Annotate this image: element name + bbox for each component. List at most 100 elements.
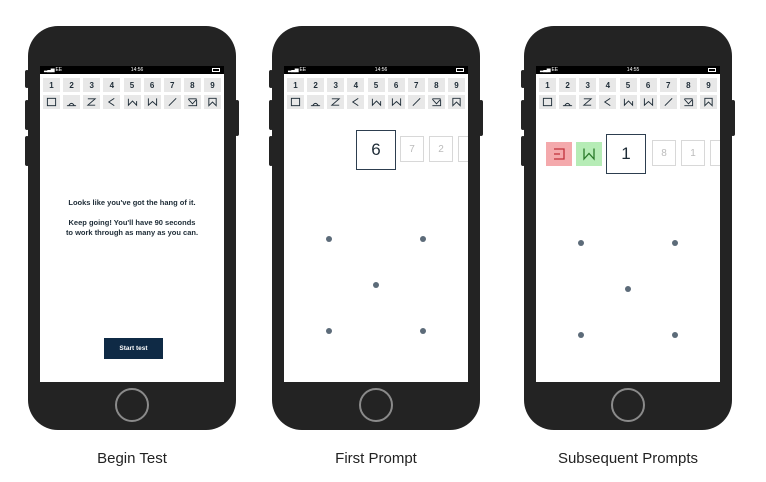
upcoming-prompt-tile: 7 xyxy=(400,136,424,162)
symbol-key-corner-arrow[interactable] xyxy=(427,95,445,109)
carrier-label: EE xyxy=(551,67,559,73)
symbol-key-square[interactable] xyxy=(539,95,556,109)
phone-mute-switch xyxy=(269,70,273,88)
gesture-dot[interactable] xyxy=(578,240,584,246)
digit-key-9[interactable]: 9 xyxy=(448,78,465,92)
upcoming-prompt-tile: 2 xyxy=(429,136,453,162)
gesture-dot[interactable] xyxy=(672,240,678,246)
symbol-key-square[interactable] xyxy=(43,95,60,109)
digit-key-3[interactable]: 3 xyxy=(327,78,345,92)
z-icon xyxy=(330,97,341,107)
symbol-key-slash[interactable] xyxy=(163,95,181,109)
symbol-key-z[interactable] xyxy=(327,95,345,109)
phone-power-button xyxy=(235,100,239,136)
signal-icon: ▂▃▅ xyxy=(288,67,299,73)
symbol-key-w[interactable] xyxy=(639,95,657,109)
symbol-key-broken-w[interactable] xyxy=(367,95,385,109)
gesture-dot[interactable] xyxy=(625,286,631,292)
z-icon xyxy=(86,97,97,107)
symbol-key-triangle-arc[interactable] xyxy=(63,95,81,109)
upcoming-prompt-tile xyxy=(710,140,720,166)
digit-key-6[interactable]: 6 xyxy=(143,78,161,92)
symbol-key-broken-w[interactable] xyxy=(123,95,141,109)
home-button[interactable] xyxy=(115,388,149,422)
home-button[interactable] xyxy=(359,388,393,422)
incorrect-answer-tile xyxy=(546,142,572,166)
broken-w-icon xyxy=(127,97,138,107)
digit-key-2[interactable]: 2 xyxy=(559,78,577,92)
start-test-button[interactable]: Start test xyxy=(104,338,163,359)
symbol-key-bookmark[interactable] xyxy=(204,95,221,109)
gesture-dot[interactable] xyxy=(326,328,332,334)
phone-power-button xyxy=(479,100,483,136)
clock-label: 14:56 xyxy=(374,67,388,73)
digit-key-4[interactable]: 4 xyxy=(599,78,617,92)
home-button[interactable] xyxy=(611,388,645,422)
digit-key-5[interactable]: 5 xyxy=(367,78,385,92)
symbol-key-w[interactable] xyxy=(387,95,405,109)
symbol-key-w[interactable] xyxy=(143,95,161,109)
digit-key-9[interactable]: 9 xyxy=(700,78,717,92)
slash-icon xyxy=(411,97,422,107)
digit-key-4[interactable]: 4 xyxy=(103,78,121,92)
gesture-dot[interactable] xyxy=(578,332,584,338)
symbol-key-bookmark[interactable] xyxy=(448,95,465,109)
gesture-dot[interactable] xyxy=(420,236,426,242)
bracket-icon xyxy=(551,147,567,161)
digit-key-6[interactable]: 6 xyxy=(639,78,657,92)
phone-mute-switch xyxy=(521,70,525,88)
digit-key-5[interactable]: 5 xyxy=(619,78,637,92)
phone-mute-switch xyxy=(25,70,29,88)
correct-answer-tile xyxy=(576,142,602,166)
digit-key-9[interactable]: 9 xyxy=(204,78,221,92)
digit-key-8[interactable]: 8 xyxy=(183,78,201,92)
carrier-label: EE xyxy=(55,67,63,73)
digit-key-2[interactable]: 2 xyxy=(307,78,325,92)
phone-volume-up xyxy=(25,100,29,130)
symbol-key-z[interactable] xyxy=(579,95,597,109)
gesture-dot[interactable] xyxy=(420,328,426,334)
w-icon xyxy=(643,97,654,107)
chevron-left-icon xyxy=(106,97,117,107)
gesture-dot[interactable] xyxy=(672,332,678,338)
symbol-key-broken-w[interactable] xyxy=(619,95,637,109)
symbol-key-bookmark[interactable] xyxy=(700,95,717,109)
symbol-key-row xyxy=(536,95,720,109)
z-icon xyxy=(582,97,593,107)
digit-key-7[interactable]: 7 xyxy=(163,78,181,92)
caption-subsequent-prompts: Subsequent Prompts xyxy=(557,450,699,467)
digit-key-row: 123456789 xyxy=(536,78,720,92)
symbol-key-chevron-left[interactable] xyxy=(103,95,121,109)
phone-volume-up xyxy=(521,100,525,130)
digit-key-1[interactable]: 1 xyxy=(43,78,60,92)
symbol-key-triangle-arc[interactable] xyxy=(307,95,325,109)
digit-key-8[interactable]: 8 xyxy=(679,78,697,92)
gesture-dot[interactable] xyxy=(373,282,379,288)
gesture-dot[interactable] xyxy=(326,236,332,242)
symbol-key-corner-arrow[interactable] xyxy=(679,95,697,109)
symbol-key-slash[interactable] xyxy=(407,95,425,109)
chevron-left-icon xyxy=(350,97,361,107)
symbol-key-square[interactable] xyxy=(287,95,304,109)
digit-key-2[interactable]: 2 xyxy=(63,78,81,92)
digit-key-3[interactable]: 3 xyxy=(579,78,597,92)
symbol-key-chevron-left[interactable] xyxy=(599,95,617,109)
digit-key-6[interactable]: 6 xyxy=(387,78,405,92)
upcoming-prompt-tile xyxy=(458,136,468,162)
chevron-left-icon xyxy=(602,97,613,107)
bookmark-icon xyxy=(703,97,714,107)
symbol-key-triangle-arc[interactable] xyxy=(559,95,577,109)
symbol-key-corner-arrow[interactable] xyxy=(183,95,201,109)
digit-key-5[interactable]: 5 xyxy=(123,78,141,92)
digit-key-1[interactable]: 1 xyxy=(539,78,556,92)
digit-key-1[interactable]: 1 xyxy=(287,78,304,92)
symbol-key-slash[interactable] xyxy=(659,95,677,109)
digit-key-8[interactable]: 8 xyxy=(427,78,445,92)
symbol-key-chevron-left[interactable] xyxy=(347,95,365,109)
digit-key-3[interactable]: 3 xyxy=(83,78,101,92)
digit-key-7[interactable]: 7 xyxy=(659,78,677,92)
digit-key-4[interactable]: 4 xyxy=(347,78,365,92)
w-icon xyxy=(391,97,402,107)
digit-key-7[interactable]: 7 xyxy=(407,78,425,92)
symbol-key-z[interactable] xyxy=(83,95,101,109)
